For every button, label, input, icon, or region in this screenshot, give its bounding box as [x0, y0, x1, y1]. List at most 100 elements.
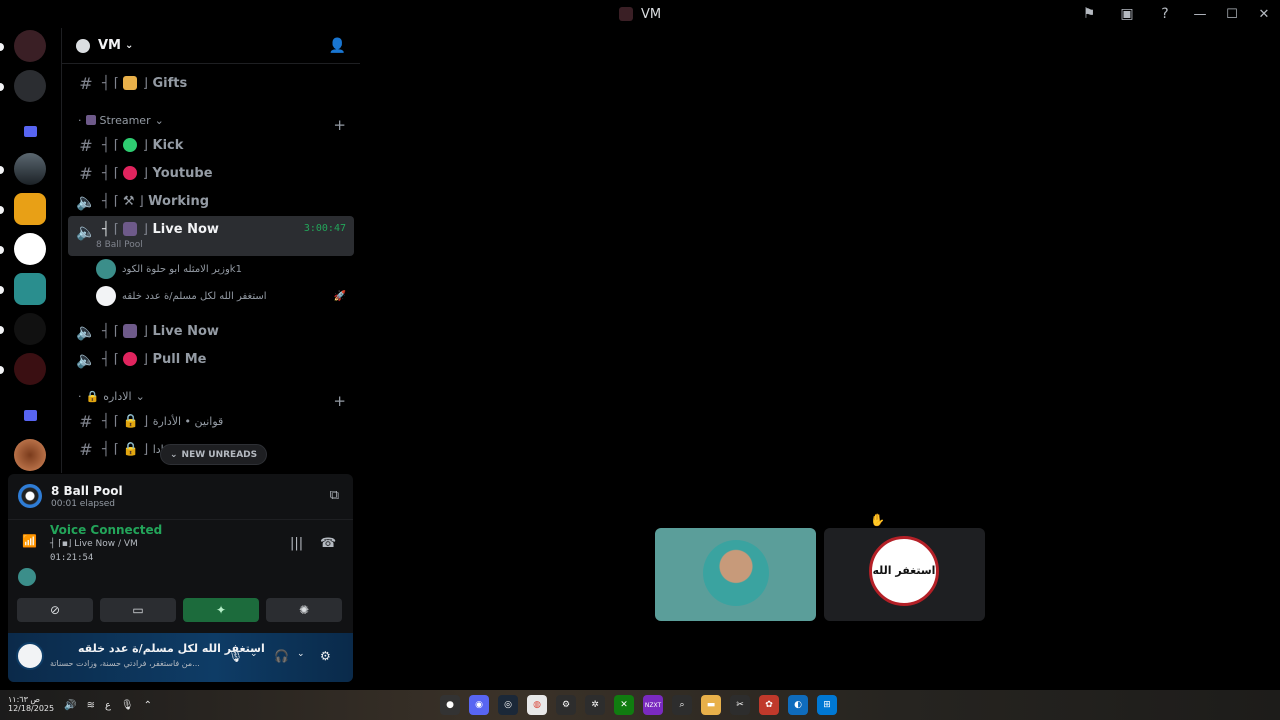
screen-share-button[interactable]: ▭ [100, 598, 176, 622]
folder-icon[interactable] [14, 115, 46, 147]
channel-kick[interactable]: # ┤ ⌈ ⌋ Kick [68, 131, 354, 159]
lock-icon: 🔒 [122, 413, 140, 429]
language-indicator[interactable]: ع [105, 700, 111, 711]
channel-label: Kick [152, 137, 184, 153]
chrome-icon[interactable]: ◍ [527, 695, 547, 715]
microphone-icon[interactable]: 🎙 [121, 700, 134, 711]
voice-user[interactable]: وزير الامثله ابو حلوة الكودk1 [96, 257, 346, 281]
avatar[interactable] [16, 642, 44, 670]
settings-icon[interactable]: ⚙ [556, 695, 576, 715]
hand-cursor-icon: ✋ [870, 513, 885, 527]
server-icon[interactable] [14, 30, 46, 62]
channel-live-now-2[interactable]: 🔈 ┤ ⌈ ⌋ Live Now [68, 317, 354, 345]
search-icon[interactable]: ⌕ [672, 695, 692, 715]
channel-label: Gifts [152, 75, 188, 91]
gear-icon[interactable]: ⚙ [320, 649, 331, 663]
server-icon[interactable] [14, 273, 46, 305]
server-icon[interactable] [14, 313, 46, 345]
camera-off-button[interactable]: ⊘ [17, 598, 93, 622]
title-bar-controls: ⚑ ▣ ? — ☐ ✕ [1070, 0, 1280, 28]
voice-user-name: وزير الامثله ابو حلوة الكودk1 [122, 263, 242, 275]
green-circle-icon [122, 138, 137, 152]
nzxt-icon[interactable]: NZXT [643, 695, 663, 715]
noise-suppression-icon[interactable]: ||| [290, 536, 303, 551]
server-icon[interactable] [14, 439, 46, 471]
server-icon[interactable] [14, 193, 46, 225]
channel-label: Pull Me [152, 351, 207, 367]
chevron-down-icon[interactable]: ⌄ [297, 649, 305, 659]
server-icon[interactable] [14, 70, 46, 102]
xbox-icon[interactable]: ✕ [614, 695, 634, 715]
volume-icon[interactable]: 🔊 [64, 700, 76, 711]
minimize-button[interactable]: — [1184, 0, 1216, 28]
wifi-icon[interactable]: ≋ [87, 700, 95, 711]
activities-icon: ✦ [215, 603, 227, 617]
channel-working[interactable]: 🔈 ┤ ⌈ ⚒ ⌋ Working [68, 187, 354, 215]
participant-avatar: استغفر الله [869, 536, 939, 606]
voice-timer: 3:00:47 [303, 223, 346, 234]
taskbar: ص ١١:٦٣ 12/18/2025 🔊 ≋ ع 🎙 ⌃ ● ◉ ◎ ◍ ⚙ ✲… [0, 690, 1280, 720]
clock[interactable]: ص ١١:٦٣ 12/18/2025 [8, 695, 54, 714]
user-status: من فاستغفر، فرادتي حسنة، وزادت حسناتة... [50, 659, 200, 668]
folder-icon[interactable] [14, 399, 46, 431]
channel-gifts[interactable]: # ┤ ⌈ ⌋ Gifts [68, 69, 354, 97]
maximize-button[interactable]: ☐ [1216, 0, 1248, 28]
activity-elapsed: 00:01 elapsed [51, 499, 116, 509]
system-tray: ص ١١:٦٣ 12/18/2025 🔊 ≋ ع 🎙 ⌃ [8, 690, 152, 720]
inbox-icon[interactable]: ▣ [1108, 0, 1146, 28]
server-icon[interactable] [14, 153, 46, 185]
channel-pull-me[interactable]: 🔈 ┤ ⌈ ⌋ Pull Me [68, 345, 354, 373]
speaker-icon: 🔈 [76, 349, 96, 369]
participant-video [703, 540, 769, 606]
unread-pill [0, 43, 4, 51]
disconnect-icon[interactable]: ☎ [320, 536, 336, 551]
signal-icon[interactable]: 📶 [22, 534, 37, 548]
8-ball-icon [18, 484, 42, 508]
steelseries-icon[interactable]: ✲ [585, 695, 605, 715]
discord-icon[interactable]: ◉ [469, 695, 489, 715]
voice-channel-link[interactable]: ┤ ⌈▪⌋ Live Now / VM [50, 539, 138, 549]
unread-pill [0, 246, 4, 254]
voice-status[interactable]: Voice Connected [50, 523, 162, 537]
app-icon[interactable]: ✿ [759, 695, 779, 715]
server-icon[interactable] [14, 353, 46, 385]
voice-user[interactable]: استغفر الله لكل مسلم/ة عدد خلقه 🚀 [96, 284, 346, 308]
voice-panel: 8 Ball Pool 00:01 elapsed ⧉ 📶 Voice Conn… [8, 474, 353, 682]
edge-icon[interactable]: ◐ [788, 695, 808, 715]
avatar [96, 286, 116, 306]
soundboard-button[interactable]: ✺ [266, 598, 342, 622]
category-streamer[interactable]: · Streamer ⌄ [78, 112, 164, 128]
microphone-icon[interactable]: 🎙 [228, 649, 243, 663]
channel-youtube[interactable]: # ┤ ⌈ ⌋ Youtube [68, 159, 354, 187]
guild-header[interactable]: VM ⌄ 👤 [62, 28, 360, 64]
help-icon[interactable]: ? [1146, 0, 1184, 28]
video-tile[interactable] [655, 528, 816, 621]
voice-elapsed: 01:21:54 [50, 553, 94, 563]
popout-icon[interactable]: ⧉ [330, 488, 339, 503]
add-user-icon[interactable]: 👤 [329, 38, 346, 54]
category-emoji-icon [85, 115, 96, 125]
obs-icon[interactable]: ● [440, 695, 460, 715]
close-button[interactable]: ✕ [1248, 0, 1280, 28]
chevron-down-icon[interactable]: ⌄ [250, 649, 258, 659]
flag-icon[interactable]: ⚑ [1070, 0, 1108, 28]
server-icon[interactable] [14, 233, 46, 265]
category-admin[interactable]: · 🔒 الاداره ⌄ [78, 388, 145, 404]
unread-pill [0, 166, 4, 174]
chevron-down-icon: ⌄ [154, 113, 164, 127]
capcut-icon[interactable]: ✂ [730, 695, 750, 715]
channel-rules[interactable]: # ┤ ⌈ 🔒 ⌋ قوانين • الأدارة [68, 407, 354, 435]
activities-button[interactable]: ✦ [183, 598, 259, 622]
steam-icon[interactable]: ◎ [498, 695, 518, 715]
camera-off-icon: ⊘ [49, 603, 61, 617]
folder-icon[interactable]: ▬ [701, 695, 721, 715]
channel-live-now-active[interactable]: 🔈 ┤ ⌈ ⌋ Live Now 3:00:47 8 Ball Pool [68, 216, 354, 256]
chevron-up-icon[interactable]: ⌃ [144, 700, 152, 711]
tools-icon: ⚒ [122, 193, 135, 209]
windows-start-icon[interactable]: ⊞ [817, 695, 837, 715]
video-tile[interactable]: استغفر الله [824, 528, 985, 621]
activity-card: 8 Ball Pool 00:01 elapsed ⧉ [8, 474, 353, 520]
text-channel-icon: # [79, 163, 93, 183]
new-unreads-button[interactable]: ⌄ NEW UNREADS [160, 444, 268, 465]
headphones-icon[interactable]: 🎧 [274, 649, 289, 663]
